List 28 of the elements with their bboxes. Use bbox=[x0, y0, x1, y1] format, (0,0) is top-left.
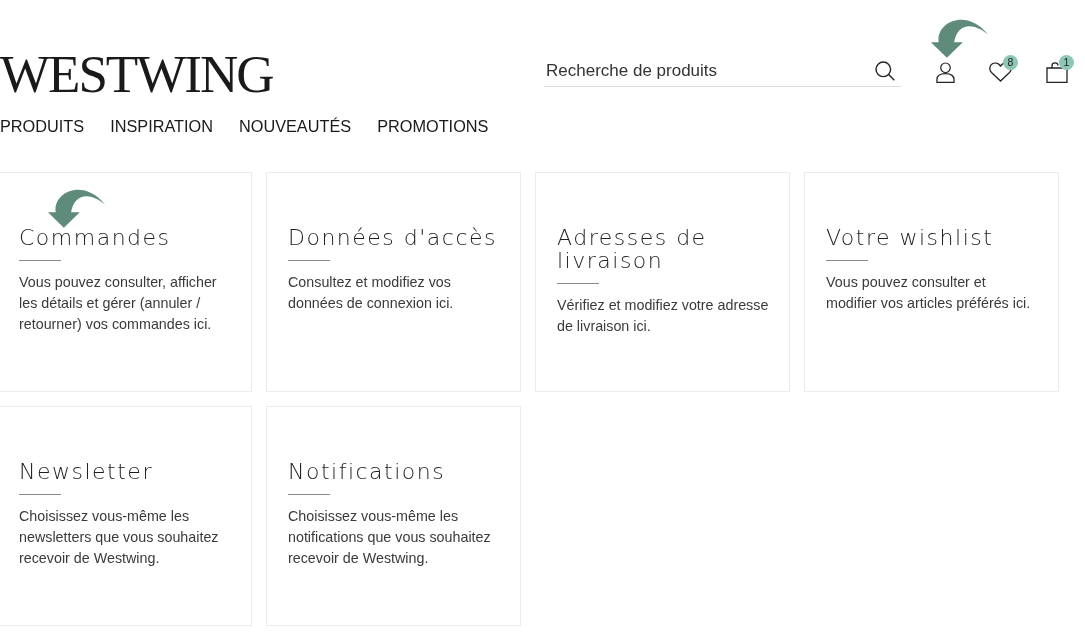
card-description: Vérifiez et modifiez votre adresse de livraison ici. bbox=[557, 296, 770, 336]
account-card[interactable]: Notifications Choisissez vous-même les notifications que vous souhaitez recevoir de Westwing. bbox=[266, 406, 521, 626]
nav-link[interactable]: NOUVEAUTÉS bbox=[238, 116, 352, 136]
card-title: Notifications bbox=[288, 460, 447, 483]
search-icon[interactable] bbox=[875, 61, 895, 81]
account-card[interactable]: Données d'accès Consultez et modifiez vos données de connexion ici. bbox=[266, 172, 521, 392]
count-badge: 1 bbox=[1059, 55, 1074, 70]
card-title: Commandes bbox=[19, 226, 172, 249]
account-card[interactable]: Newsletter Choisissez vous-même les newsletters que vous souhaitez recevoir de Westwing. bbox=[0, 406, 252, 626]
account-card[interactable]: Commandes Vous pouvez consulter, afficher les détails et gérer (annuler / retourner) vos commandes ici. bbox=[0, 172, 252, 392]
card-description: Vous pouvez consulter et modifier vos articles préférés ici. bbox=[826, 273, 1032, 313]
card-title: Données d'accès bbox=[288, 226, 498, 249]
card-description: Choisissez vous-même les notifications que vous souhaitez recevoir de Westwing. bbox=[288, 507, 492, 568]
card-title: Newsletter bbox=[19, 460, 154, 483]
logo[interactable]: WESTWING bbox=[0, 45, 273, 103]
card-description: Choisissez vous-même les newsletters que vous souhaitez recevoir de Westwing. bbox=[19, 507, 220, 568]
account-card[interactable]: Adresses de livraison Vérifiez et modifiez votre adresse de livraison ici. bbox=[535, 172, 790, 392]
account-card[interactable]: Votre wishlist Vous pouvez consulter et modifier vos articles préférés ici. bbox=[804, 172, 1059, 392]
card-description: Consultez et modifiez vos données de connexion ici. bbox=[288, 273, 455, 313]
card-title: Votre wishlist bbox=[826, 226, 995, 249]
user-icon[interactable] bbox=[936, 62, 955, 83]
nav-link[interactable]: PROMOTIONS bbox=[377, 116, 489, 136]
card-description: Vous pouvez consulter, afficher les détails et gérer (annuler / retourner) vos commandes ici. bbox=[19, 273, 218, 334]
nav-link[interactable]: INSPIRATION bbox=[110, 116, 213, 136]
count-badge: 8 bbox=[1003, 55, 1018, 70]
card-title: Adresses de livraison bbox=[557, 226, 708, 272]
nav-link[interactable]: PRODUITS bbox=[0, 116, 85, 136]
search-field[interactable]: Recherche de produits bbox=[544, 55, 901, 87]
